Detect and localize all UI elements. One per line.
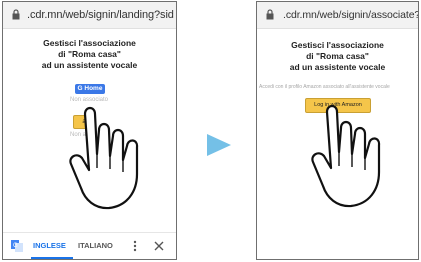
page-title-line-3: ad un assistente vocale bbox=[41, 60, 138, 70]
more-vert-icon[interactable] bbox=[133, 240, 137, 252]
next-step-arrow bbox=[207, 134, 231, 156]
address-bar[interactable]: .cdr.mn/web/signin/landing?sid bbox=[3, 2, 176, 29]
translate-icon[interactable]: G bbox=[11, 240, 23, 252]
lang-tab-inglese[interactable]: INGLESE bbox=[33, 241, 66, 250]
lock-icon bbox=[12, 9, 20, 20]
url-text[interactable]: .cdr.mn/web/signin/associate?s bbox=[283, 9, 418, 21]
page-title-line-1: Gestisci l'associazione bbox=[291, 40, 384, 50]
right-phone-screen: .cdr.mn/web/signin/associate?s Gestisci … bbox=[256, 1, 419, 260]
pointing-hand-icon bbox=[311, 104, 381, 208]
lock-icon bbox=[266, 9, 274, 20]
google-home-button[interactable]: G Home bbox=[75, 84, 105, 94]
left-phone-screen: .cdr.mn/web/signin/landing?sid Gestisci … bbox=[2, 1, 177, 260]
url-text[interactable]: .cdr.mn/web/signin/landing?sid bbox=[27, 9, 174, 21]
page-title-line-3: ad un assistente vocale bbox=[289, 62, 386, 72]
translate-bar: G INGLESE ITALIANO bbox=[3, 232, 176, 259]
page-title-line-2: di "Roma casa" bbox=[58, 49, 121, 59]
address-bar[interactable]: .cdr.mn/web/signin/associate?s bbox=[257, 2, 418, 29]
lang-tab-italiano[interactable]: ITALIANO bbox=[78, 241, 113, 250]
svg-text:G: G bbox=[13, 243, 18, 249]
pointing-hand-icon bbox=[69, 106, 139, 210]
active-lang-underline bbox=[31, 257, 73, 259]
close-icon[interactable] bbox=[154, 241, 164, 251]
page-title-line-1: Gestisci l'associazione bbox=[43, 38, 136, 48]
instruction-text: Accedi con il profilo Amazon associato a… bbox=[259, 84, 390, 90]
page-title-line-2: di "Roma casa" bbox=[306, 51, 369, 61]
